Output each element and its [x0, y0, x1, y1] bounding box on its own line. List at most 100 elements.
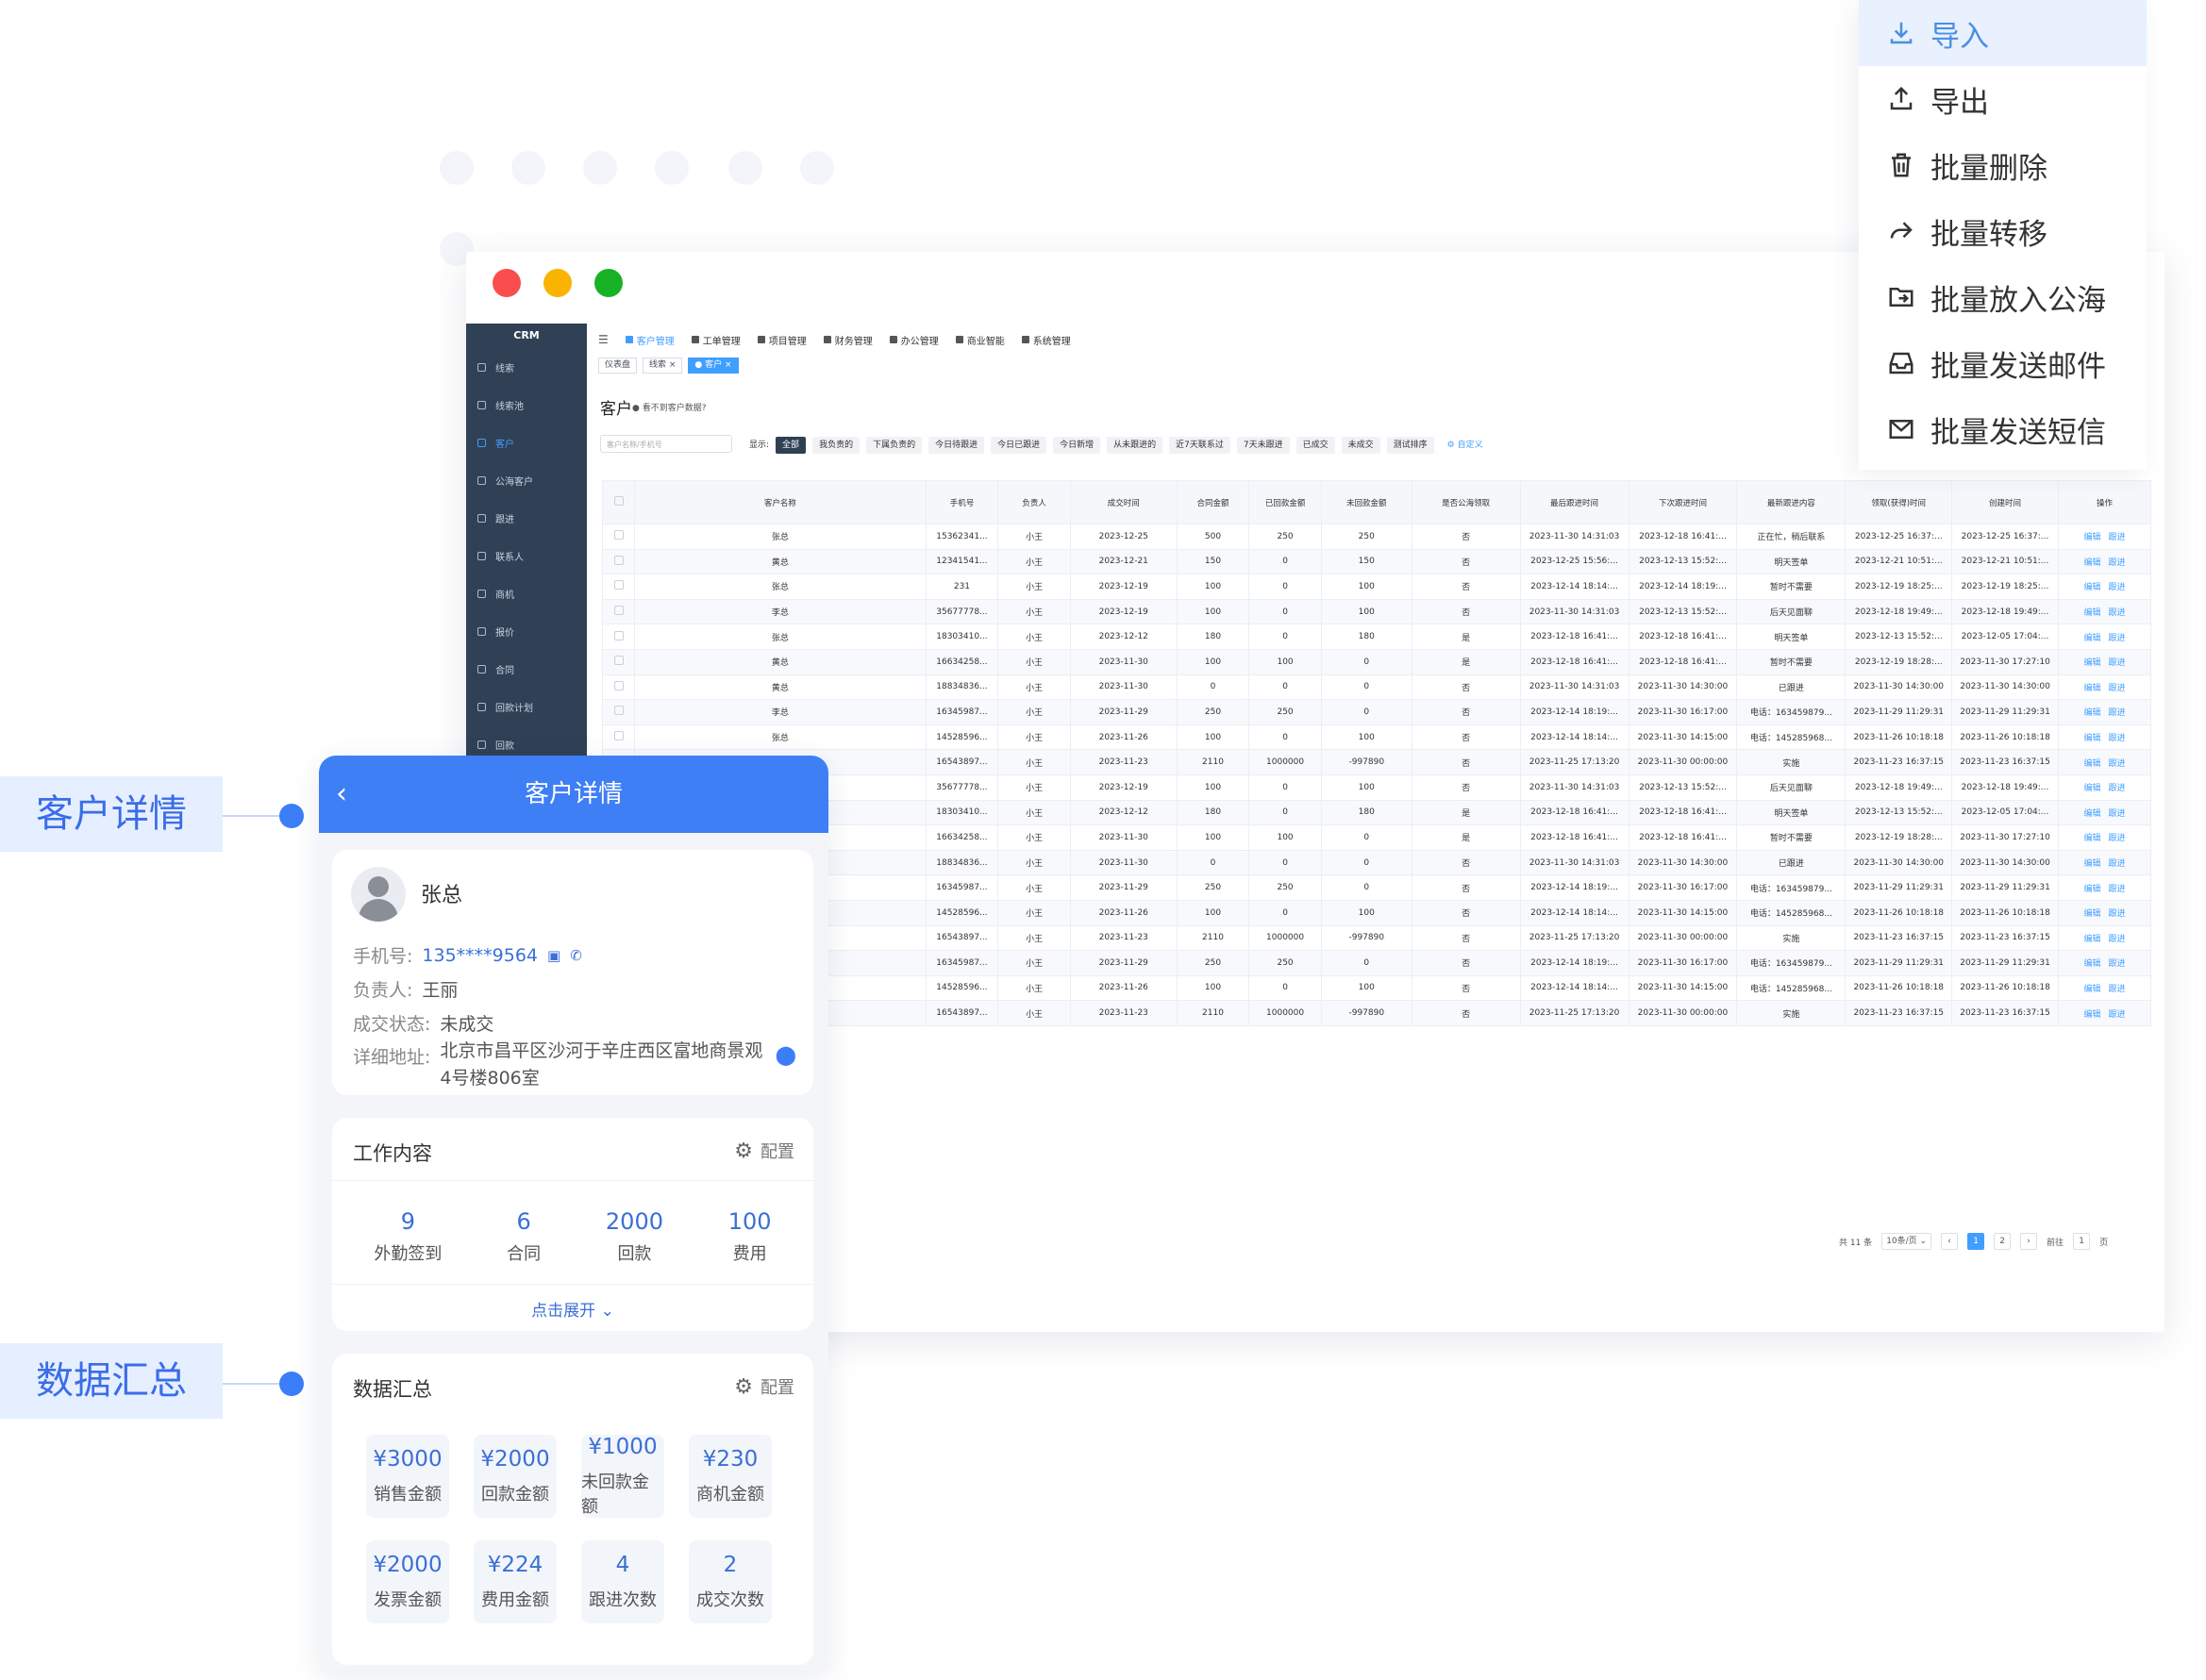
menu-item-0[interactable]: 导入: [1859, 0, 2147, 66]
table-cell[interactable]: 李总: [634, 598, 927, 625]
row-checkbox[interactable]: [601, 724, 636, 751]
column-header[interactable]: 下次跟进时间: [1628, 480, 1738, 524]
menu-item-4[interactable]: 批量放入公海: [1859, 264, 2147, 330]
follow-link[interactable]: 跟进: [2108, 734, 2125, 743]
table-cell[interactable]: 张总: [634, 524, 927, 550]
expand-button[interactable]: 点击展开 ⌄: [332, 1297, 813, 1321]
topnav-item-6[interactable]: 系统管理: [1021, 333, 1071, 347]
sidebar-item-6[interactable]: 商机: [466, 574, 587, 612]
follow-link[interactable]: 跟进: [2108, 909, 2125, 919]
menu-item-2[interactable]: 批量删除: [1859, 132, 2147, 198]
row-checkbox[interactable]: [601, 624, 636, 650]
menu-item-3[interactable]: 批量转移: [1859, 198, 2147, 264]
search-input[interactable]: 客户名称/手机号: [600, 435, 732, 453]
column-header[interactable]: 是否公海领取: [1411, 480, 1521, 524]
goto-page-input[interactable]: 1: [2073, 1233, 2091, 1250]
follow-link[interactable]: 跟进: [2108, 708, 2125, 718]
column-header[interactable]: 已回款金额: [1248, 480, 1322, 524]
follow-link[interactable]: 跟进: [2108, 558, 2125, 568]
filter-chip-1[interactable]: 我负责的: [812, 437, 861, 454]
edit-link[interactable]: 编辑: [2083, 608, 2100, 618]
follow-link[interactable]: 跟进: [2108, 684, 2125, 693]
follow-link[interactable]: 跟进: [2108, 935, 2125, 944]
column-header[interactable]: 合同金额: [1176, 480, 1250, 524]
column-header[interactable]: 领取(获得)时间: [1845, 480, 1953, 524]
work-stat-3[interactable]: 100 费用: [728, 1208, 772, 1265]
row-checkbox[interactable]: [601, 524, 636, 550]
edit-link[interactable]: 编辑: [2083, 859, 2100, 869]
filter-chip-4[interactable]: 今日已跟进: [991, 437, 1047, 454]
call-icon[interactable]: ✆: [570, 947, 582, 964]
row-checkbox[interactable]: [601, 548, 636, 575]
location-pin-icon[interactable]: ⬤: [776, 1043, 796, 1092]
filter-chip-0[interactable]: 全部: [776, 437, 807, 454]
menu-item-1[interactable]: 导出: [1859, 66, 2147, 132]
sidebar-item-4[interactable]: 跟进: [466, 499, 587, 537]
edit-link[interactable]: 编辑: [2083, 784, 2100, 793]
work-stat-0[interactable]: 9 外勤签到: [374, 1208, 442, 1265]
edit-link[interactable]: 编辑: [2083, 1010, 2100, 1020]
row-checkbox[interactable]: [601, 699, 636, 725]
sidebar-item-0[interactable]: 线索: [466, 348, 587, 386]
table-cell[interactable]: 张总: [634, 574, 927, 600]
message-icon[interactable]: ▣: [547, 947, 560, 964]
table-cell[interactable]: 黄总: [634, 548, 927, 575]
work-stat-2[interactable]: 2000 回款: [606, 1208, 663, 1265]
sidebar-item-2[interactable]: 客户: [466, 424, 587, 461]
column-header[interactable]: 负责人: [997, 480, 1071, 524]
edit-link[interactable]: 编辑: [2083, 558, 2100, 568]
edit-link[interactable]: 编辑: [2083, 759, 2100, 769]
menu-item-6[interactable]: 批量发送短信: [1859, 396, 2147, 462]
tab-2[interactable]: ● 客户 ×: [688, 358, 739, 374]
edit-link[interactable]: 编辑: [2083, 684, 2100, 693]
topnav-item-1[interactable]: 工单管理: [691, 333, 741, 347]
edit-link[interactable]: 编辑: [2083, 734, 2100, 743]
table-cell[interactable]: 黄总: [634, 648, 927, 675]
follow-link[interactable]: 跟进: [2108, 1010, 2125, 1020]
phone-value[interactable]: 135****9564: [422, 945, 538, 966]
edit-link[interactable]: 编辑: [2083, 708, 2100, 718]
column-header[interactable]: 最新跟进内容: [1736, 480, 1847, 524]
column-header[interactable]: 手机号: [925, 480, 999, 524]
maximize-dot-icon[interactable]: [594, 269, 623, 297]
summary-cell-0[interactable]: ¥3000 销售金额: [366, 1435, 449, 1518]
follow-link[interactable]: 跟进: [2108, 834, 2125, 843]
edit-link[interactable]: 编辑: [2083, 909, 2100, 919]
topnav-item-0[interactable]: 客户管理: [625, 333, 675, 347]
filter-chip-6[interactable]: 从未跟进的: [1107, 437, 1163, 454]
summary-cell-6[interactable]: 4 跟进次数: [581, 1540, 664, 1623]
filter-chip-3[interactable]: 今日待跟进: [928, 437, 985, 454]
edit-link[interactable]: 编辑: [2083, 985, 2100, 994]
sidebar-item-5[interactable]: 联系人: [466, 537, 587, 574]
summary-cell-4[interactable]: ¥2000 发票金额: [366, 1540, 449, 1623]
edit-link[interactable]: 编辑: [2083, 634, 2100, 643]
summary-cell-7[interactable]: 2 成交次数: [689, 1540, 772, 1623]
filter-chip-11[interactable]: 测试排序: [1386, 437, 1434, 454]
edit-link[interactable]: 编辑: [2083, 533, 2100, 542]
table-cell[interactable]: 张总: [634, 624, 927, 650]
follow-link[interactable]: 跟进: [2108, 533, 2125, 542]
custom-filter-link[interactable]: ⚙ 自定义: [1441, 437, 1490, 454]
summary-cell-5[interactable]: ¥224 费用金额: [474, 1540, 557, 1623]
row-checkbox[interactable]: [601, 674, 636, 701]
follow-link[interactable]: 跟进: [2108, 959, 2125, 969]
tab-0[interactable]: 仪表盘: [598, 358, 638, 374]
filter-chip-7[interactable]: 近7天联系过: [1169, 437, 1230, 454]
back-arrow-icon[interactable]: ‹: [336, 756, 347, 833]
table-cell[interactable]: 黄总: [634, 674, 927, 701]
minimize-dot-icon[interactable]: [543, 269, 572, 297]
topnav-item-2[interactable]: 项目管理: [757, 333, 807, 347]
column-header[interactable]: 未回款金额: [1320, 480, 1412, 524]
row-checkbox[interactable]: [601, 648, 636, 675]
filter-chip-2[interactable]: 下属负责的: [866, 437, 923, 454]
select-all-checkbox[interactable]: [601, 480, 636, 524]
work-stat-1[interactable]: 6 合同: [507, 1208, 541, 1265]
column-header[interactable]: 最后跟进时间: [1519, 480, 1629, 524]
edit-link[interactable]: 编辑: [2083, 658, 2100, 668]
sidebar-item-8[interactable]: 合同: [466, 650, 587, 688]
prev-page-button[interactable]: ‹: [1941, 1233, 1959, 1250]
table-cell[interactable]: 李总: [634, 699, 927, 725]
filter-chip-5[interactable]: 今日新增: [1053, 437, 1101, 454]
sidebar-item-1[interactable]: 线索池: [466, 386, 587, 424]
next-page-button[interactable]: ›: [2020, 1233, 2038, 1250]
